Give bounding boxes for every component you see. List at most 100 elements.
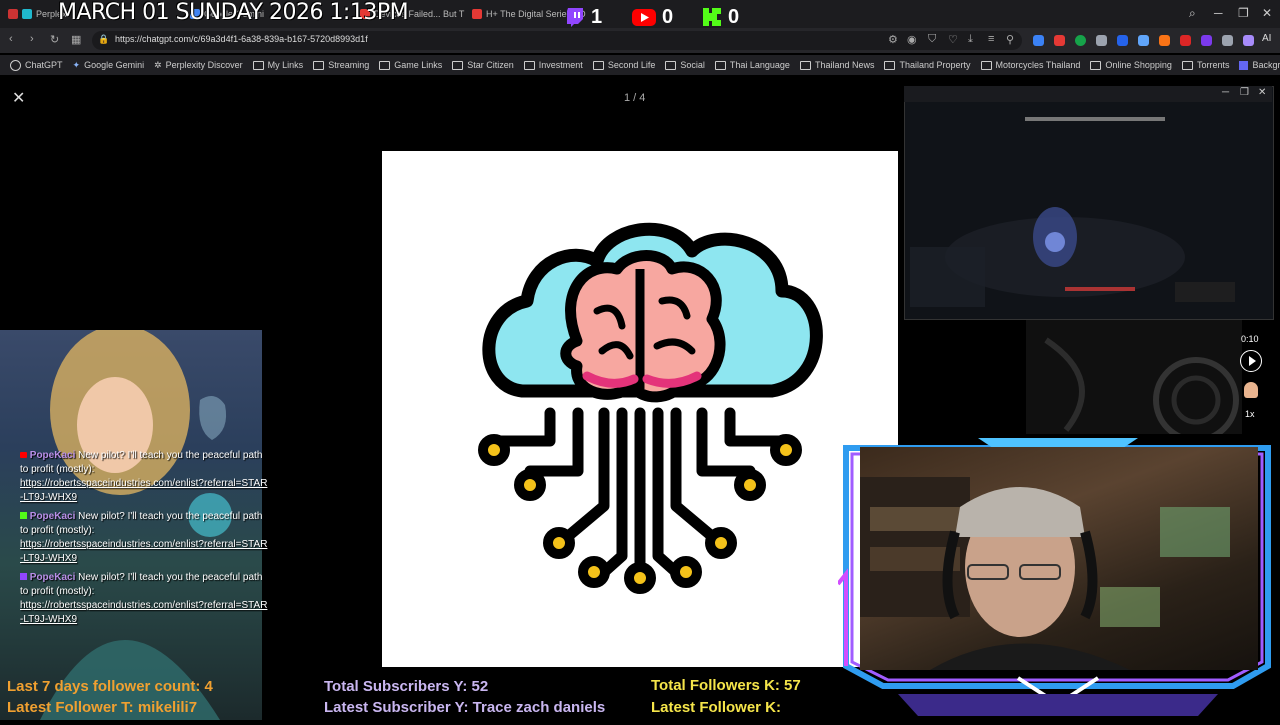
bookmark-label: Online Shopping bbox=[1105, 60, 1172, 70]
youtube-counter: 0 bbox=[632, 6, 673, 28]
restore-icon[interactable]: ❐ bbox=[1240, 87, 1249, 98]
lock-icon: 🔒 bbox=[98, 34, 110, 44]
bookmark-social[interactable]: Social bbox=[665, 60, 705, 70]
youtube-icon bbox=[632, 8, 656, 26]
settings-icon[interactable]: ⚙ bbox=[888, 33, 898, 46]
bookmark-chatgpt[interactable]: ChatGPT bbox=[10, 59, 63, 71]
grid-icon[interactable]: ▦ bbox=[71, 33, 81, 46]
bookmark-label: Streaming bbox=[328, 60, 370, 70]
bookmark-label: My Links bbox=[267, 60, 304, 70]
minimize-icon[interactable]: ─ bbox=[1214, 6, 1223, 20]
minimize-icon[interactable]: ─ bbox=[1222, 87, 1229, 98]
close-window-icon[interactable]: ✕ bbox=[1262, 6, 1272, 20]
bookmark-thai-language[interactable]: Thai Language bbox=[714, 60, 790, 70]
download-icon[interactable]: ⤓ bbox=[968, 33, 973, 46]
bookmark-thailand-news[interactable]: Thailand News bbox=[799, 60, 875, 70]
reload-icon[interactable]: ↻ bbox=[50, 33, 59, 46]
webcam-video bbox=[860, 447, 1258, 670]
folder-icon bbox=[665, 60, 677, 70]
latest-subscriber-youtube: Latest Subscriber Y: Trace zach daniels bbox=[324, 699, 606, 716]
streamer-webcam-scene bbox=[860, 477, 1230, 670]
restore-icon[interactable]: ❐ bbox=[1238, 6, 1249, 20]
bookmark-label: Thailand News bbox=[814, 60, 875, 70]
remover-icon bbox=[1239, 60, 1249, 70]
bookmark-label: Star Citizen bbox=[467, 60, 514, 70]
extension-icon[interactable] bbox=[1222, 35, 1233, 46]
twitch-icon bbox=[20, 573, 27, 580]
play-icon[interactable] bbox=[1240, 350, 1262, 372]
ai-extension-label[interactable]: AI bbox=[1262, 33, 1271, 44]
youtube-icon bbox=[20, 452, 27, 458]
extension-icon[interactable] bbox=[1096, 35, 1107, 46]
youtube-count: 0 bbox=[662, 5, 674, 28]
kick-counter: 0 bbox=[702, 6, 739, 28]
tab-strip: Perplexi Google Gemini Devices Failed...… bbox=[0, 0, 1280, 28]
bookmark-my-links[interactable]: My Links bbox=[252, 60, 304, 70]
extension-icon[interactable] bbox=[1201, 35, 1212, 46]
extension-icon[interactable] bbox=[1138, 35, 1149, 46]
chat-link[interactable]: https://robertsspaceindustries.com/enlis… bbox=[20, 539, 267, 564]
bookmark-label: Thailand Property bbox=[899, 60, 971, 70]
folder-icon bbox=[252, 60, 264, 70]
close-window-icon[interactable]: ✕ bbox=[1258, 87, 1266, 98]
bookmark-label: Background Remover bbox=[1252, 60, 1280, 70]
bookmark-streaming[interactable]: Streaming bbox=[313, 60, 369, 70]
folder-icon bbox=[379, 60, 391, 70]
chat-username: PopeKaci bbox=[29, 450, 76, 461]
bookmark-thailand-property[interactable]: Thailand Property bbox=[884, 60, 971, 70]
folder-icon bbox=[313, 60, 325, 70]
camera-icon[interactable]: ◉ bbox=[907, 33, 917, 46]
playback-speed[interactable]: 1x bbox=[1245, 409, 1255, 419]
bookmark-game-links[interactable]: Game Links bbox=[379, 60, 442, 70]
bookmark-second-life[interactable]: Second Life bbox=[592, 60, 656, 70]
image-page-counter: 1 / 4 bbox=[624, 92, 646, 104]
extension-icon[interactable] bbox=[1159, 35, 1170, 46]
bookmark-background-remover[interactable]: Background Remover bbox=[1239, 60, 1280, 70]
extension-icon[interactable] bbox=[1075, 35, 1086, 46]
bookmark-online-shopping[interactable]: Online Shopping bbox=[1090, 60, 1172, 70]
gemini-icon: ✦ bbox=[72, 59, 81, 70]
chatgpt-icon bbox=[10, 59, 21, 71]
bookmark-gemini[interactable]: ✦ Google Gemini bbox=[73, 60, 145, 71]
close-viewer-icon[interactable]: ✕ bbox=[12, 88, 25, 108]
extension-icon[interactable] bbox=[1033, 35, 1044, 46]
address-bar-row: ‹ › ↻ ▦ 🔒 https://chatgpt.com/c/69a3d4f1… bbox=[0, 28, 1280, 53]
heart-icon[interactable]: ♡ bbox=[948, 33, 958, 46]
back-icon[interactable]: ‹ bbox=[9, 33, 13, 45]
search-tabs-icon[interactable]: ⌕ bbox=[1189, 6, 1196, 21]
folder-icon bbox=[1090, 60, 1102, 70]
chat-link[interactable]: https://robertsspaceindustries.com/enlis… bbox=[20, 478, 267, 503]
bookmark-label: Perplexity Discover bbox=[165, 60, 243, 70]
twitch-icon bbox=[567, 8, 583, 27]
ai-brain-image bbox=[382, 151, 898, 667]
kick-icon bbox=[20, 512, 27, 519]
forward-icon[interactable]: › bbox=[30, 33, 34, 45]
bookmark-torrents[interactable]: Torrents bbox=[1181, 60, 1230, 70]
menu-icon[interactable]: ≡ bbox=[988, 33, 994, 45]
kick-count: 0 bbox=[728, 5, 740, 28]
url-field[interactable]: 🔒 https://chatgpt.com/c/69a3d4f1-6a38-83… bbox=[92, 31, 1022, 50]
bookmark-investment[interactable]: Investment bbox=[523, 60, 583, 70]
bookmark-star-citizen[interactable]: Star Citizen bbox=[452, 60, 514, 70]
bookmark-motorcycles-thailand[interactable]: Motorcycles Thailand bbox=[980, 60, 1080, 70]
extension-icon[interactable] bbox=[1243, 35, 1254, 46]
avatar[interactable] bbox=[1244, 382, 1258, 398]
chat-link[interactable]: https://robertsspaceindustries.com/enlis… bbox=[20, 600, 267, 625]
video-time: 0:10 bbox=[1241, 334, 1259, 344]
extension-icon[interactable] bbox=[1117, 35, 1128, 46]
extension-icon[interactable] bbox=[1054, 35, 1065, 46]
bookmark-label: Second Life bbox=[607, 60, 656, 70]
bookmark-label: Torrents bbox=[1196, 60, 1230, 70]
bookmark-perplexity[interactable]: ✲ Perplexity Discover bbox=[154, 60, 243, 71]
shield-icon[interactable]: ⛉ bbox=[928, 33, 936, 46]
extension-icon[interactable] bbox=[1180, 35, 1191, 46]
folder-icon bbox=[452, 60, 464, 70]
latest-follower-kick: Latest Follower K: bbox=[651, 699, 782, 716]
account-icon[interactable]: ⚲ bbox=[1006, 33, 1014, 46]
folder-icon bbox=[523, 60, 535, 70]
folder-icon bbox=[884, 60, 896, 70]
swirl-background bbox=[1026, 320, 1242, 443]
bookmark-label: Google Gemini bbox=[84, 60, 145, 70]
kick-icon bbox=[703, 8, 721, 26]
bookmark-label: Social bbox=[680, 60, 705, 70]
